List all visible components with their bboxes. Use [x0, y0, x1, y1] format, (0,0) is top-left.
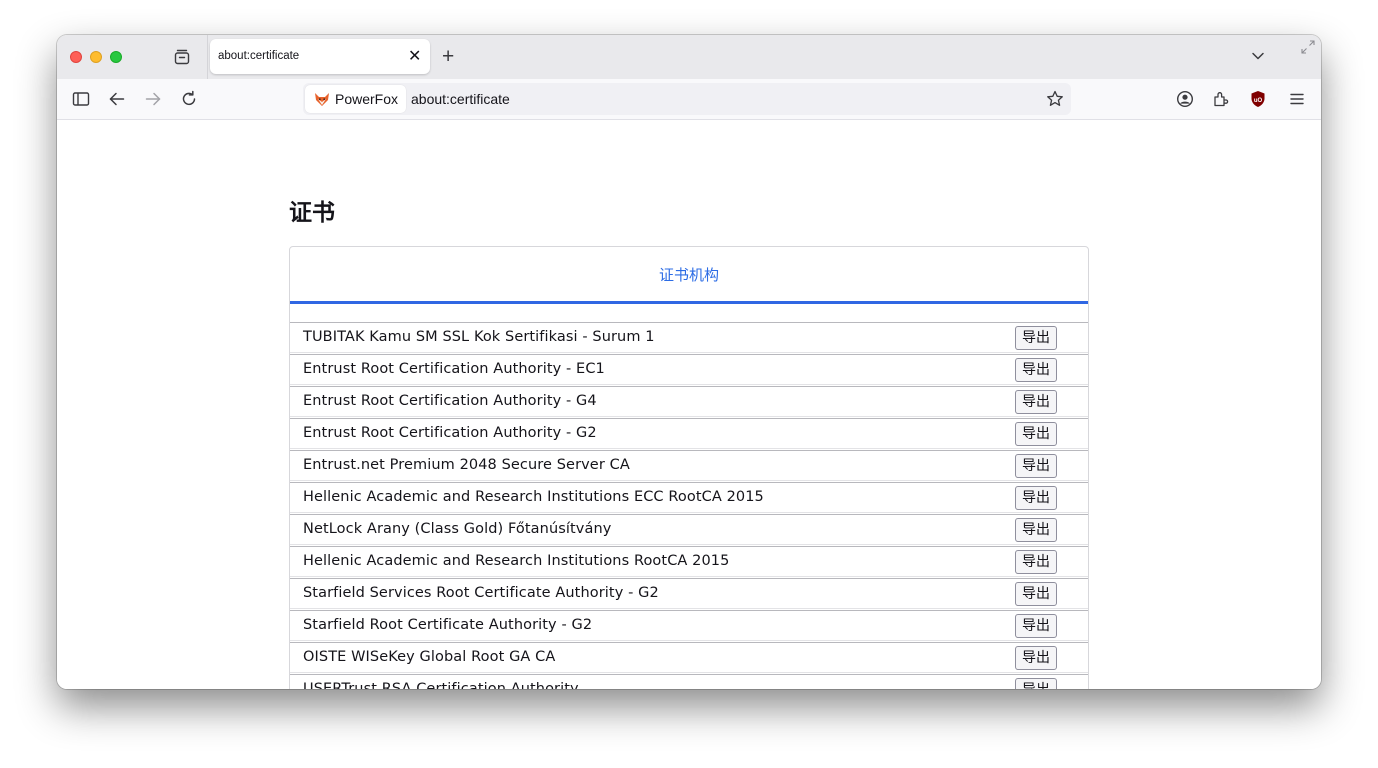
new-tab-button[interactable]: + [442, 45, 454, 69]
zoom-window-icon[interactable] [110, 51, 122, 63]
tab-certificate-authorities[interactable]: 证书机构 [290, 247, 1088, 304]
forward-arrow-icon[interactable] [143, 89, 163, 109]
certificate-name: Starfield Services Root Certificate Auth… [303, 585, 659, 601]
close-window-icon[interactable] [70, 51, 82, 63]
hamburger-menu-icon[interactable] [1287, 89, 1307, 109]
svg-text:uO: uO [1254, 98, 1263, 104]
export-button[interactable]: 导出 [1015, 358, 1057, 382]
identity-label: PowerFox [335, 91, 399, 107]
certificate-name: OISTE WISeKey Global Root GA CA [303, 649, 556, 665]
fox-logo-icon [315, 93, 329, 106]
tab-divider [207, 35, 208, 79]
tab-overview-icon[interactable] [173, 48, 191, 66]
certificate-name: Entrust Root Certification Authority - E… [303, 361, 605, 377]
certificate-row: Starfield Root Certificate Authority - G… [290, 610, 1088, 641]
export-button[interactable]: 导出 [1015, 486, 1057, 510]
ublock-shield-icon[interactable]: uO [1248, 89, 1268, 109]
browser-window: about:certificate ✕ + PowerFox about:cer… [57, 35, 1321, 689]
certificate-name: TUBITAK Kamu SM SSL Kok Sertifikasi - Su… [303, 329, 655, 345]
export-button[interactable]: 导出 [1015, 390, 1057, 414]
certificate-row: OISTE WISeKey Global Root GA CA 导出 [290, 642, 1088, 673]
minimize-window-icon[interactable] [90, 51, 102, 63]
certificate-row: USERTrust RSA Certification Authority 导出 [290, 674, 1088, 689]
certificate-name: Entrust.net Premium 2048 Secure Server C… [303, 457, 630, 473]
export-button[interactable]: 导出 [1015, 550, 1057, 574]
certificate-name: Starfield Root Certificate Authority - G… [303, 617, 593, 633]
certificate-name: USERTrust RSA Certification Authority [303, 681, 579, 689]
page-content: 证书 证书机构 TUBITAK Kamu SM SSL Kok Sertifik… [57, 120, 1321, 689]
close-tab-icon[interactable]: ✕ [408, 46, 421, 66]
account-icon[interactable] [1175, 89, 1195, 109]
back-arrow-icon[interactable] [107, 89, 127, 109]
certificate-row: Entrust Root Certification Authority - G… [290, 386, 1088, 417]
chevron-down-icon[interactable] [1251, 49, 1265, 63]
export-button[interactable]: 导出 [1015, 678, 1057, 689]
tab-label: 证书机构 [658, 265, 719, 284]
certificate-name: Entrust Root Certification Authority - G… [303, 393, 597, 409]
export-button[interactable]: 导出 [1015, 582, 1057, 606]
page-title: 证书 [289, 200, 335, 226]
certificate-row: Entrust Root Certification Authority - G… [290, 418, 1088, 449]
tab-about-certificate[interactable]: about:certificate ✕ [210, 39, 430, 74]
certificate-list: TUBITAK Kamu SM SSL Kok Sertifikasi - Su… [290, 322, 1088, 689]
star-icon[interactable] [1045, 89, 1065, 109]
fullscreen-resize-icon[interactable] [1300, 39, 1316, 55]
certificate-row: Entrust.net Premium 2048 Secure Server C… [290, 450, 1088, 481]
certificate-name: NetLock Arany (Class Gold) Főtanúsítvány [303, 521, 612, 537]
export-button[interactable]: 导出 [1015, 422, 1057, 446]
url-bar[interactable]: PowerFox about:certificate [303, 83, 1071, 115]
certificate-name: Entrust Root Certification Authority - G… [303, 425, 597, 441]
certificate-panel: 证书机构 TUBITAK Kamu SM SSL Kok Sertifikasi… [289, 246, 1089, 689]
navigation-toolbar: PowerFox about:certificate uO [57, 79, 1321, 120]
export-button[interactable]: 导出 [1015, 454, 1057, 478]
reload-icon[interactable] [179, 89, 199, 109]
certificate-row: Starfield Services Root Certificate Auth… [290, 578, 1088, 609]
export-button[interactable]: 导出 [1015, 518, 1057, 542]
certificate-row: TUBITAK Kamu SM SSL Kok Sertifikasi - Su… [290, 322, 1088, 353]
certificate-row: NetLock Arany (Class Gold) Főtanúsítvány… [290, 514, 1088, 545]
site-identity-button[interactable]: PowerFox [305, 85, 407, 113]
certificate-name: Hellenic Academic and Research Instituti… [303, 489, 764, 505]
export-button[interactable]: 导出 [1015, 614, 1057, 638]
export-button[interactable]: 导出 [1015, 646, 1057, 670]
tab-title: about:certificate [218, 50, 300, 62]
tab-strip: about:certificate ✕ + [57, 35, 1321, 79]
certificate-row: Hellenic Academic and Research Instituti… [290, 482, 1088, 513]
certificate-name: Hellenic Academic and Research Instituti… [303, 553, 730, 569]
certificate-row: Hellenic Academic and Research Instituti… [290, 546, 1088, 577]
url-text[interactable]: about:certificate [411, 91, 510, 107]
sidebar-icon[interactable] [71, 89, 91, 109]
export-button[interactable]: 导出 [1015, 326, 1057, 350]
extensions-icon[interactable] [1211, 89, 1231, 109]
certificate-row: Entrust Root Certification Authority - E… [290, 354, 1088, 385]
